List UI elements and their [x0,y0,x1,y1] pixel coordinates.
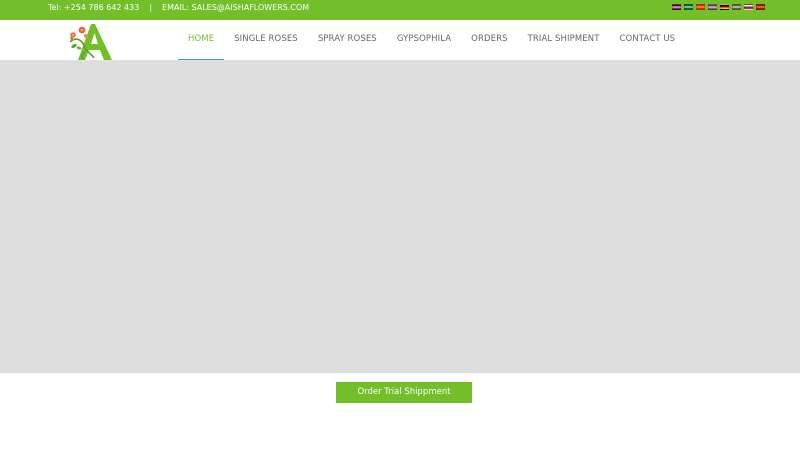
flag-france-icon[interactable] [708,4,717,10]
nav-gypsophila[interactable]: GYPSOPHILA [387,20,461,60]
aisha-flowers-logo[interactable] [66,22,116,60]
nav-orders[interactable]: ORDERS [461,20,517,60]
nav-home[interactable]: HOME [178,20,225,60]
flag-china-icon[interactable] [696,4,705,10]
nav-spray-roses[interactable]: SPRAY ROSES [308,20,387,60]
flag-spain-icon[interactable] [756,4,765,10]
flag-uk-icon[interactable] [672,4,681,10]
nav-trial-shipment[interactable]: TRIAL SHIPMENT [518,20,610,60]
flag-saudi-icon[interactable] [684,4,693,10]
site-header: HOME SINGLE ROSES SPRAY ROSES GYPSOPHILA ORD… [0,20,800,61]
nav-single-roses[interactable]: SINGLE ROSES [224,20,308,60]
main-navigation: HOME SINGLE ROSES SPRAY ROSES GYPSOPHILA ORD… [178,20,685,60]
flag-russia-icon[interactable] [744,4,753,10]
phone-text: Tel: +254 786 642 433 [48,3,140,12]
contact-separator: | [149,3,153,12]
top-contact-bar: Tel: +254 786 642 433 | EMAIL: SALES@AISHA… [0,0,800,20]
email-text: EMAIL: SALES@AISHAFLOWERS.COM [162,3,310,12]
flag-germany-icon[interactable] [720,4,729,10]
order-trial-shipment-button[interactable]: Order Trial Shippment [336,382,472,403]
language-switcher [672,4,765,10]
contact-info: Tel: +254 786 642 433 | EMAIL: SALES@AISHA… [48,0,309,16]
flag-italy-icon[interactable] [732,4,741,10]
nav-contact-us[interactable]: CONTACT US [610,20,686,60]
hero-image-placeholder [0,61,800,373]
